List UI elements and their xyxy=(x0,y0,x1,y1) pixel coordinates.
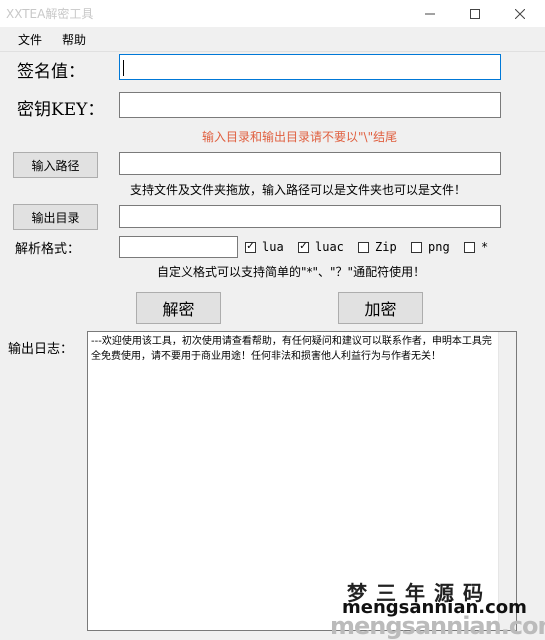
menu-file[interactable]: 文件 xyxy=(18,31,42,48)
window-title: XXTEA解密工具 xyxy=(6,7,94,21)
format-checkbox-luac[interactable]: ✓ luac xyxy=(298,240,344,254)
close-icon xyxy=(515,8,525,19)
input-path-field[interactable] xyxy=(119,152,501,175)
format-checkbox-zip[interactable]: Zip xyxy=(358,240,397,254)
checkbox-lua[interactable]: ✓ xyxy=(245,241,256,253)
checkmark-icon: ✓ xyxy=(246,241,255,252)
close-button[interactable] xyxy=(497,0,543,27)
maximize-button[interactable] xyxy=(452,0,498,27)
log-text: ---欢迎使用该工具，初次使用请查看帮助，有任何疑问和建议可以联系作者，申明本工… xyxy=(91,336,492,362)
checkbox-lua-label: lua xyxy=(262,240,284,254)
drag-hint: 支持文件及文件夹拖放，输入路径可以是文件夹也可以是文件！ xyxy=(130,183,467,197)
format-label: 解析格式： xyxy=(15,242,81,257)
signature-input[interactable] xyxy=(119,54,501,80)
input-path-button[interactable]: 输入路径 xyxy=(13,152,98,178)
checkbox-png-label: png xyxy=(428,240,450,254)
checkbox-all-label: * xyxy=(481,240,489,254)
checkmark-icon: ✓ xyxy=(299,241,308,252)
minimize-button[interactable] xyxy=(407,0,453,27)
key-label: 密钥KEY： xyxy=(17,100,105,120)
format-input[interactable] xyxy=(119,236,238,258)
text-caret xyxy=(123,60,124,76)
watermark-url: mengsannian.com xyxy=(342,597,527,618)
log-scrollbar[interactable] xyxy=(498,332,516,630)
signature-label: 签名值： xyxy=(17,62,85,82)
format-checkbox-png[interactable]: png xyxy=(411,240,450,254)
title-bar: XXTEA解密工具 xyxy=(0,0,545,27)
format-checkbox-all[interactable]: * xyxy=(464,240,488,254)
format-hint: 自定义格式可以支持简单的"*"、"？"通配符使用！ xyxy=(157,265,426,279)
output-dir-field[interactable] xyxy=(119,205,501,228)
menu-bar: 文件 帮助 xyxy=(0,27,545,52)
output-dir-button[interactable]: 输出目录 xyxy=(13,204,98,230)
format-checkbox-lua[interactable]: ✓ lua xyxy=(245,240,284,254)
checkbox-zip[interactable] xyxy=(358,241,369,253)
menu-help[interactable]: 帮助 xyxy=(62,31,86,48)
minimize-icon xyxy=(425,13,435,14)
key-input[interactable] xyxy=(119,92,501,118)
maximize-icon xyxy=(470,8,480,19)
checkbox-luac[interactable]: ✓ xyxy=(298,241,309,253)
log-label: 输出日志： xyxy=(8,342,74,357)
checkbox-luac-label: luac xyxy=(315,240,344,254)
encrypt-button[interactable]: 加密 xyxy=(338,292,423,324)
checkbox-png[interactable] xyxy=(411,241,422,253)
checkbox-zip-label: Zip xyxy=(375,240,397,254)
dir-hint: 输入目录和输出目录请不要以"\"结尾 xyxy=(202,130,398,144)
decrypt-button[interactable]: 解密 xyxy=(136,292,221,324)
checkbox-all[interactable] xyxy=(464,241,475,253)
